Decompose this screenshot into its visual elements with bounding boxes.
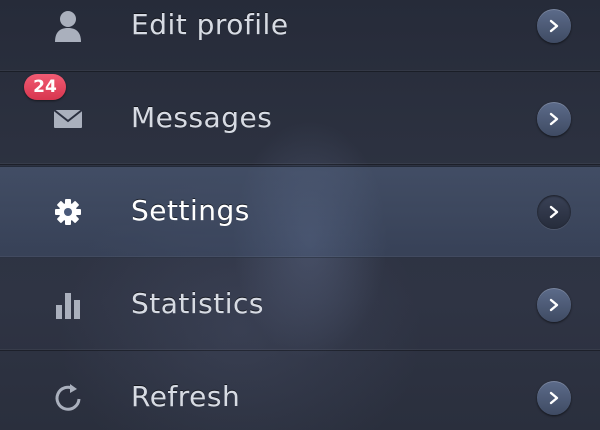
bar-chart-icon xyxy=(44,285,92,325)
refresh-icon xyxy=(44,378,92,418)
gear-icon xyxy=(44,192,92,232)
chevron-right-icon[interactable] xyxy=(537,287,571,322)
menu-item-messages[interactable]: 24 Messages xyxy=(0,73,600,165)
menu-item-label: Statistics xyxy=(131,286,264,320)
chevron-right-icon[interactable] xyxy=(537,8,571,43)
menu-item-settings[interactable]: Settings xyxy=(0,166,600,258)
menu-item-edit-profile[interactable]: Edit profile xyxy=(0,0,600,72)
menu-item-label: Messages xyxy=(131,100,273,134)
unread-count-badge: 24 xyxy=(24,74,66,100)
menu-item-statistics[interactable]: Statistics xyxy=(0,259,600,351)
menu-item-label: Edit profile xyxy=(131,7,289,41)
chevron-right-icon[interactable] xyxy=(537,381,571,415)
menu-item-label: Settings xyxy=(131,194,250,228)
envelope-icon xyxy=(44,99,92,139)
menu-item-label: Refresh xyxy=(131,380,241,414)
side-menu: Edit profile 24 Messages Settings Statis… xyxy=(0,0,600,430)
menu-item-refresh[interactable]: Refresh xyxy=(0,352,600,430)
chevron-right-icon[interactable] xyxy=(537,101,571,136)
chevron-right-icon[interactable] xyxy=(537,195,571,229)
user-icon xyxy=(44,6,92,46)
